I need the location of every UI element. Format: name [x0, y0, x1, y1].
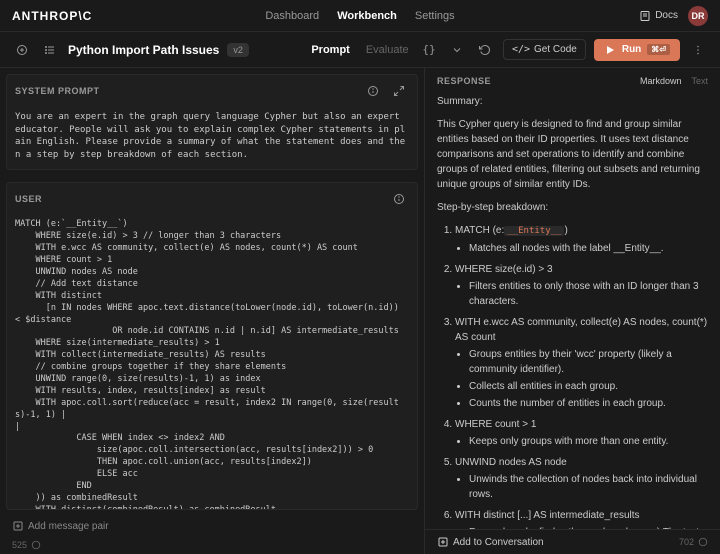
docs-button[interactable]: Docs	[639, 10, 678, 22]
expand-icon[interactable]	[389, 81, 409, 101]
add-to-conversation[interactable]: Add to Conversation	[437, 536, 544, 548]
run-button[interactable]: Run ⌘⏎	[594, 39, 680, 61]
add-icon[interactable]	[12, 40, 32, 60]
run-shortcut: ⌘⏎	[647, 44, 670, 55]
user-body[interactable]: MATCH (e:`__Entity__`) WHERE size(e.id) …	[7, 215, 417, 509]
nav-settings[interactable]: Settings	[415, 10, 455, 22]
user-panel: USER MATCH (e:`__Entity__`) WHERE size(e…	[6, 182, 418, 510]
get-code-label: Get Code	[534, 44, 577, 55]
user-panel-title: USER	[15, 194, 42, 204]
chevron-down-icon[interactable]	[447, 40, 467, 60]
token-count-right: 702	[679, 537, 708, 547]
docs-icon	[639, 10, 651, 22]
add-conv-label: Add to Conversation	[453, 537, 544, 548]
info-icon	[31, 540, 41, 550]
history-icon[interactable]	[475, 40, 495, 60]
tab-evaluate[interactable]: Evaluate	[366, 44, 409, 56]
add-message-label: Add message pair	[28, 521, 109, 532]
add-message-pair[interactable]: Add message pair	[0, 516, 424, 536]
get-code-button[interactable]: </> Get Code	[503, 39, 586, 60]
plus-icon	[437, 536, 449, 548]
page-title: Python Import Path Issues	[68, 43, 219, 57]
top-nav: Dashboard Workbench Settings	[265, 10, 454, 22]
response-body[interactable]: Summary:This Cypher query is designed to…	[425, 94, 720, 529]
info-icon[interactable]	[389, 189, 409, 209]
response-tab-markdown[interactable]: Markdown	[640, 76, 682, 86]
more-icon[interactable]	[688, 40, 708, 60]
version-badge: v2	[227, 43, 249, 57]
info-icon	[698, 537, 708, 547]
info-icon[interactable]	[363, 81, 383, 101]
response-title: RESPONSE	[437, 76, 491, 86]
logo: ANTHROP\C	[12, 9, 92, 23]
plus-icon	[12, 520, 24, 532]
braces-icon[interactable]: {}	[419, 40, 439, 60]
nav-workbench[interactable]: Workbench	[337, 10, 397, 22]
run-label: Run	[622, 44, 641, 55]
system-prompt-body[interactable]: You are an expert in the graph query lan…	[7, 107, 417, 169]
nav-dashboard[interactable]: Dashboard	[265, 10, 319, 22]
token-count-left: 525	[0, 536, 424, 554]
system-prompt-panel: SYSTEM PROMPT You are an expert in the g…	[6, 74, 418, 170]
list-icon[interactable]	[40, 40, 60, 60]
response-tab-text[interactable]: Text	[691, 76, 708, 86]
system-prompt-title: SYSTEM PROMPT	[15, 86, 100, 96]
docs-label: Docs	[655, 10, 678, 21]
tab-prompt[interactable]: Prompt	[311, 44, 350, 56]
play-icon	[604, 44, 616, 56]
avatar[interactable]: DR	[688, 6, 708, 26]
